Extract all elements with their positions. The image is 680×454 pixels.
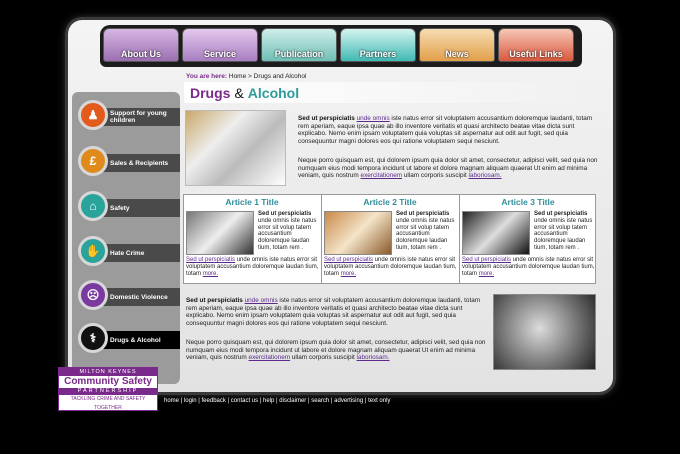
footer-link-disclaimer[interactable]: disclaimer (279, 398, 306, 404)
article-body: unde omnis iste natus error sit volup ta… (534, 217, 593, 251)
article-bold: Sed ut perspiciatis (258, 211, 312, 217)
intro-paragraph-1: Sed ut perspiciatis unde omnis iste natu… (298, 115, 604, 145)
tab-label: Service (203, 49, 237, 59)
breadcrumb-label: You are here: (186, 73, 228, 80)
lower-paragraph-1: Sed ut perspiciatis unde omnis iste natu… (186, 297, 486, 327)
article-title[interactable]: Article 2 Title (321, 197, 459, 207)
safety-icon: ⌂ (78, 191, 108, 221)
hero-image-drinks (185, 110, 286, 186)
family-icon: ♟ (78, 100, 108, 130)
footer-link-home[interactable]: home (164, 398, 179, 404)
logo-line1: MILTON KEYNES (59, 368, 157, 376)
intro-link-laboriosam[interactable]: laboriosam. (469, 172, 502, 179)
footer-link-feedback[interactable]: feedback (202, 398, 226, 404)
sidebar-item-sales-recipients[interactable]: Sales & Recipients £ (76, 145, 180, 179)
logo-line2: Community Safety (64, 376, 152, 387)
tab-news[interactable]: News (419, 28, 495, 62)
title-amp: & (234, 84, 244, 101)
article-bold: Sed ut perspiciatis (396, 211, 450, 217)
article-more-link[interactable]: more. (203, 271, 218, 277)
logo-line4: TACKLING CRIME AND SAFETY TOGETHER (70, 396, 146, 411)
article-image (186, 211, 254, 255)
title-part1: Drugs (190, 84, 231, 101)
breadcrumb-current: Drugs and Alcohol (253, 73, 307, 80)
lower-link-exercitationem[interactable]: exercitationem (249, 354, 291, 361)
article-more-link[interactable]: more. (479, 271, 494, 277)
intro-text-mid: ullam corporis suscipit (402, 172, 469, 180)
article-image (462, 211, 530, 255)
lower-paragraph-2: Neque porro quisquam est, qui dolorem ip… (186, 339, 486, 362)
article-foot-link[interactable]: Sed ut perspiciatis (324, 257, 373, 263)
lower-text-mid: ullam corporis suscipit (290, 354, 357, 362)
article-text: Sed ut perspiciatis unde omnis iste natu… (258, 211, 318, 252)
article-footer: Sed ut perspiciatis unde omnis iste natu… (462, 257, 595, 277)
tab-label: Publication (274, 49, 324, 59)
footer-link-help[interactable]: help (263, 398, 274, 404)
article-foot-link[interactable]: Sed ut perspiciatis (186, 257, 235, 263)
lower-bold: Sed ut perspiciatis (186, 297, 243, 304)
sidebar-item-safety[interactable]: Safety ⌂ (76, 190, 180, 224)
article-foot-link[interactable]: Sed ut perspiciatis (462, 257, 511, 263)
distressed-woman-image (493, 294, 596, 370)
breadcrumb: You are here: Home > Drugs and Alcohol (186, 73, 306, 80)
article-card-1: Article 1 Title Sed ut perspiciatis unde… (183, 194, 321, 284)
intro-bold: Sed ut perspiciatis (298, 115, 355, 122)
intro-link[interactable]: unde omnis (357, 115, 390, 122)
tab-service[interactable]: Service (182, 28, 258, 62)
sidebar-item-support-young-children[interactable]: Support for young children ♟ (76, 99, 180, 133)
page-title: Drugs & Alcohol (184, 82, 608, 103)
footer-link-login[interactable]: login (184, 398, 197, 404)
breadcrumb-home-link[interactable]: Home (229, 73, 246, 80)
article-footer: Sed ut perspiciatis unde omnis iste natu… (186, 257, 319, 277)
tab-label: Partners (359, 49, 397, 59)
tab-label: About Us (121, 49, 161, 59)
intro-link-exercitationem[interactable]: exercitationem (361, 172, 403, 179)
drugs-icon: ⚕ (78, 323, 108, 353)
sidebar-item-hate-crime[interactable]: Hate Crime ✋ (76, 235, 180, 269)
article-bold: Sed ut perspiciatis (534, 211, 588, 217)
article-card-2: Article 2 Title Sed ut perspiciatis unde… (321, 194, 459, 284)
article-text: Sed ut perspiciatis unde omnis iste natu… (396, 211, 456, 252)
article-card-3: Article 3 Title Sed ut perspiciatis unde… (459, 194, 597, 284)
tab-useful-links[interactable]: Useful Links (498, 28, 574, 62)
footer-link-advertising[interactable]: advertising (334, 398, 363, 404)
title-part2: Alcohol (247, 84, 300, 101)
article-more-link[interactable]: more. (341, 271, 356, 277)
footer-link-search[interactable]: search (311, 398, 329, 404)
tab-partners[interactable]: Partners (340, 28, 416, 62)
article-title[interactable]: Article 3 Title (459, 197, 597, 207)
tab-publication[interactable]: Publication (261, 28, 337, 62)
lower-link-laboriosam[interactable]: laboriosam. (357, 354, 390, 361)
article-text: Sed ut perspiciatis unde omnis iste natu… (534, 211, 594, 252)
tab-label: Useful Links (509, 49, 563, 59)
article-title[interactable]: Article 1 Title (183, 197, 321, 207)
footer-link-text-only[interactable]: text only (368, 398, 390, 404)
tab-label: News (445, 49, 469, 59)
tab-about-us[interactable]: About Us (103, 28, 179, 62)
article-image (324, 211, 392, 255)
intro-paragraph-2: Neque porro quisquam est, qui dolorem ip… (298, 157, 604, 180)
logo-line3: PARTNERSHIP (59, 388, 157, 395)
pound-icon: £ (78, 146, 108, 176)
breadcrumb-separator: > (248, 73, 252, 80)
logo[interactable]: MILTON KEYNES Community Safety PARTNERSH… (58, 367, 158, 411)
article-footer: Sed ut perspiciatis unde omnis iste natu… (324, 257, 457, 277)
sidebar-item-domestic-violence[interactable]: Domestic Violence ☹ (76, 279, 180, 313)
lower-link[interactable]: unde omnis (245, 297, 278, 304)
hate-crime-icon: ✋ (78, 236, 108, 266)
domestic-icon: ☹ (78, 280, 108, 310)
footer-link-contact-us[interactable]: contact us (231, 398, 258, 404)
sidebar-item-drugs-alcohol[interactable]: Drugs & Alcohol ⚕ (76, 322, 180, 356)
article-body: unde omnis iste natus error sit volup ta… (258, 217, 317, 251)
footer-links: home | login | feedback | contact us | h… (164, 398, 390, 404)
article-body: unde omnis iste natus error sit volup ta… (396, 217, 455, 251)
